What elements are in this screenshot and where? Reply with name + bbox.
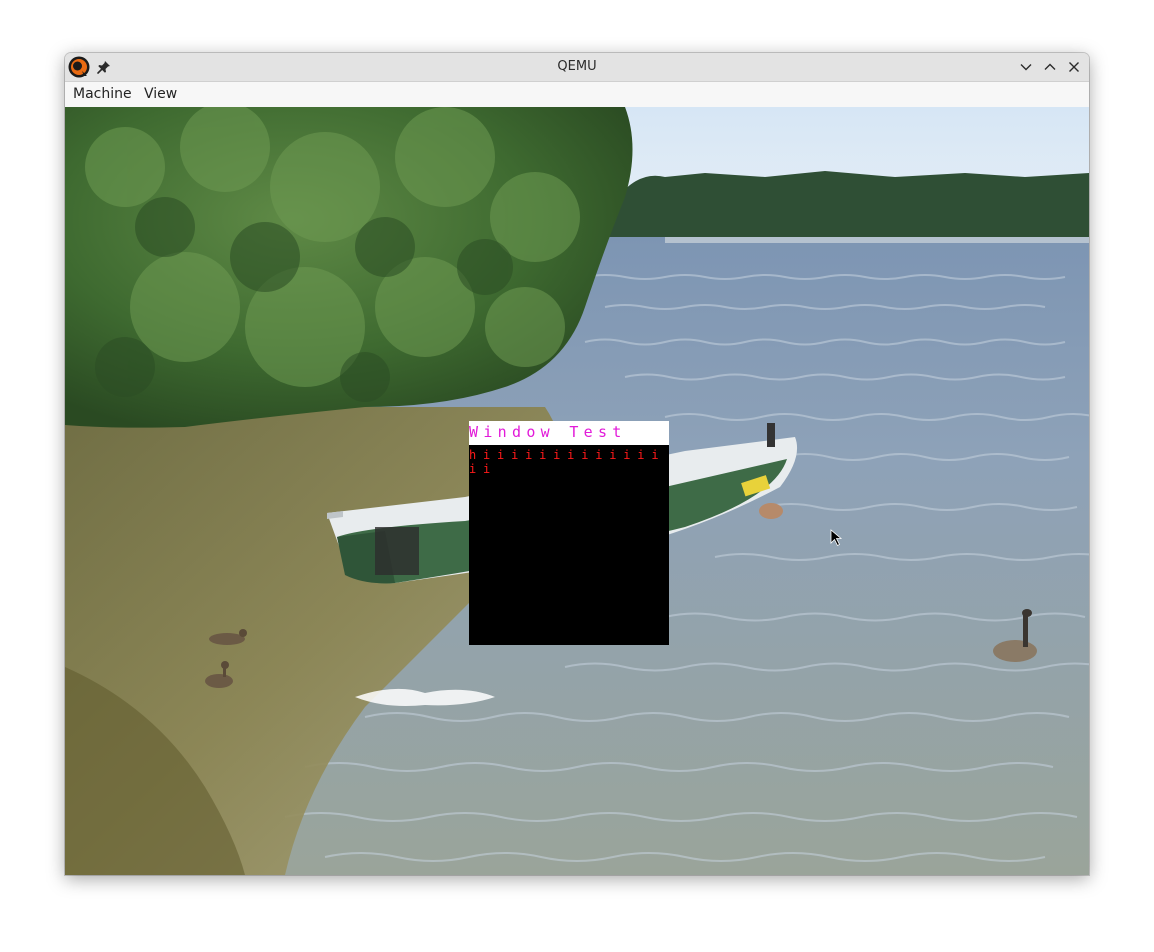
maximize-button[interactable]: [1042, 59, 1058, 75]
guest-window-title: Window Test: [469, 423, 627, 441]
arrow-cursor-icon: [830, 529, 843, 547]
close-button[interactable]: [1066, 59, 1082, 75]
guest-window-text: hiiiiiiiiiiiiiii: [469, 448, 666, 476]
guest-display[interactable]: Window Test hiiiiiiiiiiiiiii: [65, 107, 1089, 875]
menu-view[interactable]: View: [144, 82, 177, 107]
menu-bar: Machine View: [65, 82, 1089, 108]
qemu-window: QEMU Machine View Window Test hiiiiiiiii…: [65, 53, 1089, 875]
title-bar[interactable]: QEMU: [65, 53, 1089, 82]
menu-machine[interactable]: Machine: [73, 82, 132, 107]
guest-window[interactable]: Window Test hiiiiiiiiiiiiiii: [469, 421, 669, 645]
goose-near-boat: [759, 503, 783, 519]
window-title: QEMU: [557, 59, 597, 74]
minimize-button[interactable]: [1018, 59, 1034, 75]
guest-window-titlebar[interactable]: Window Test: [469, 421, 669, 445]
